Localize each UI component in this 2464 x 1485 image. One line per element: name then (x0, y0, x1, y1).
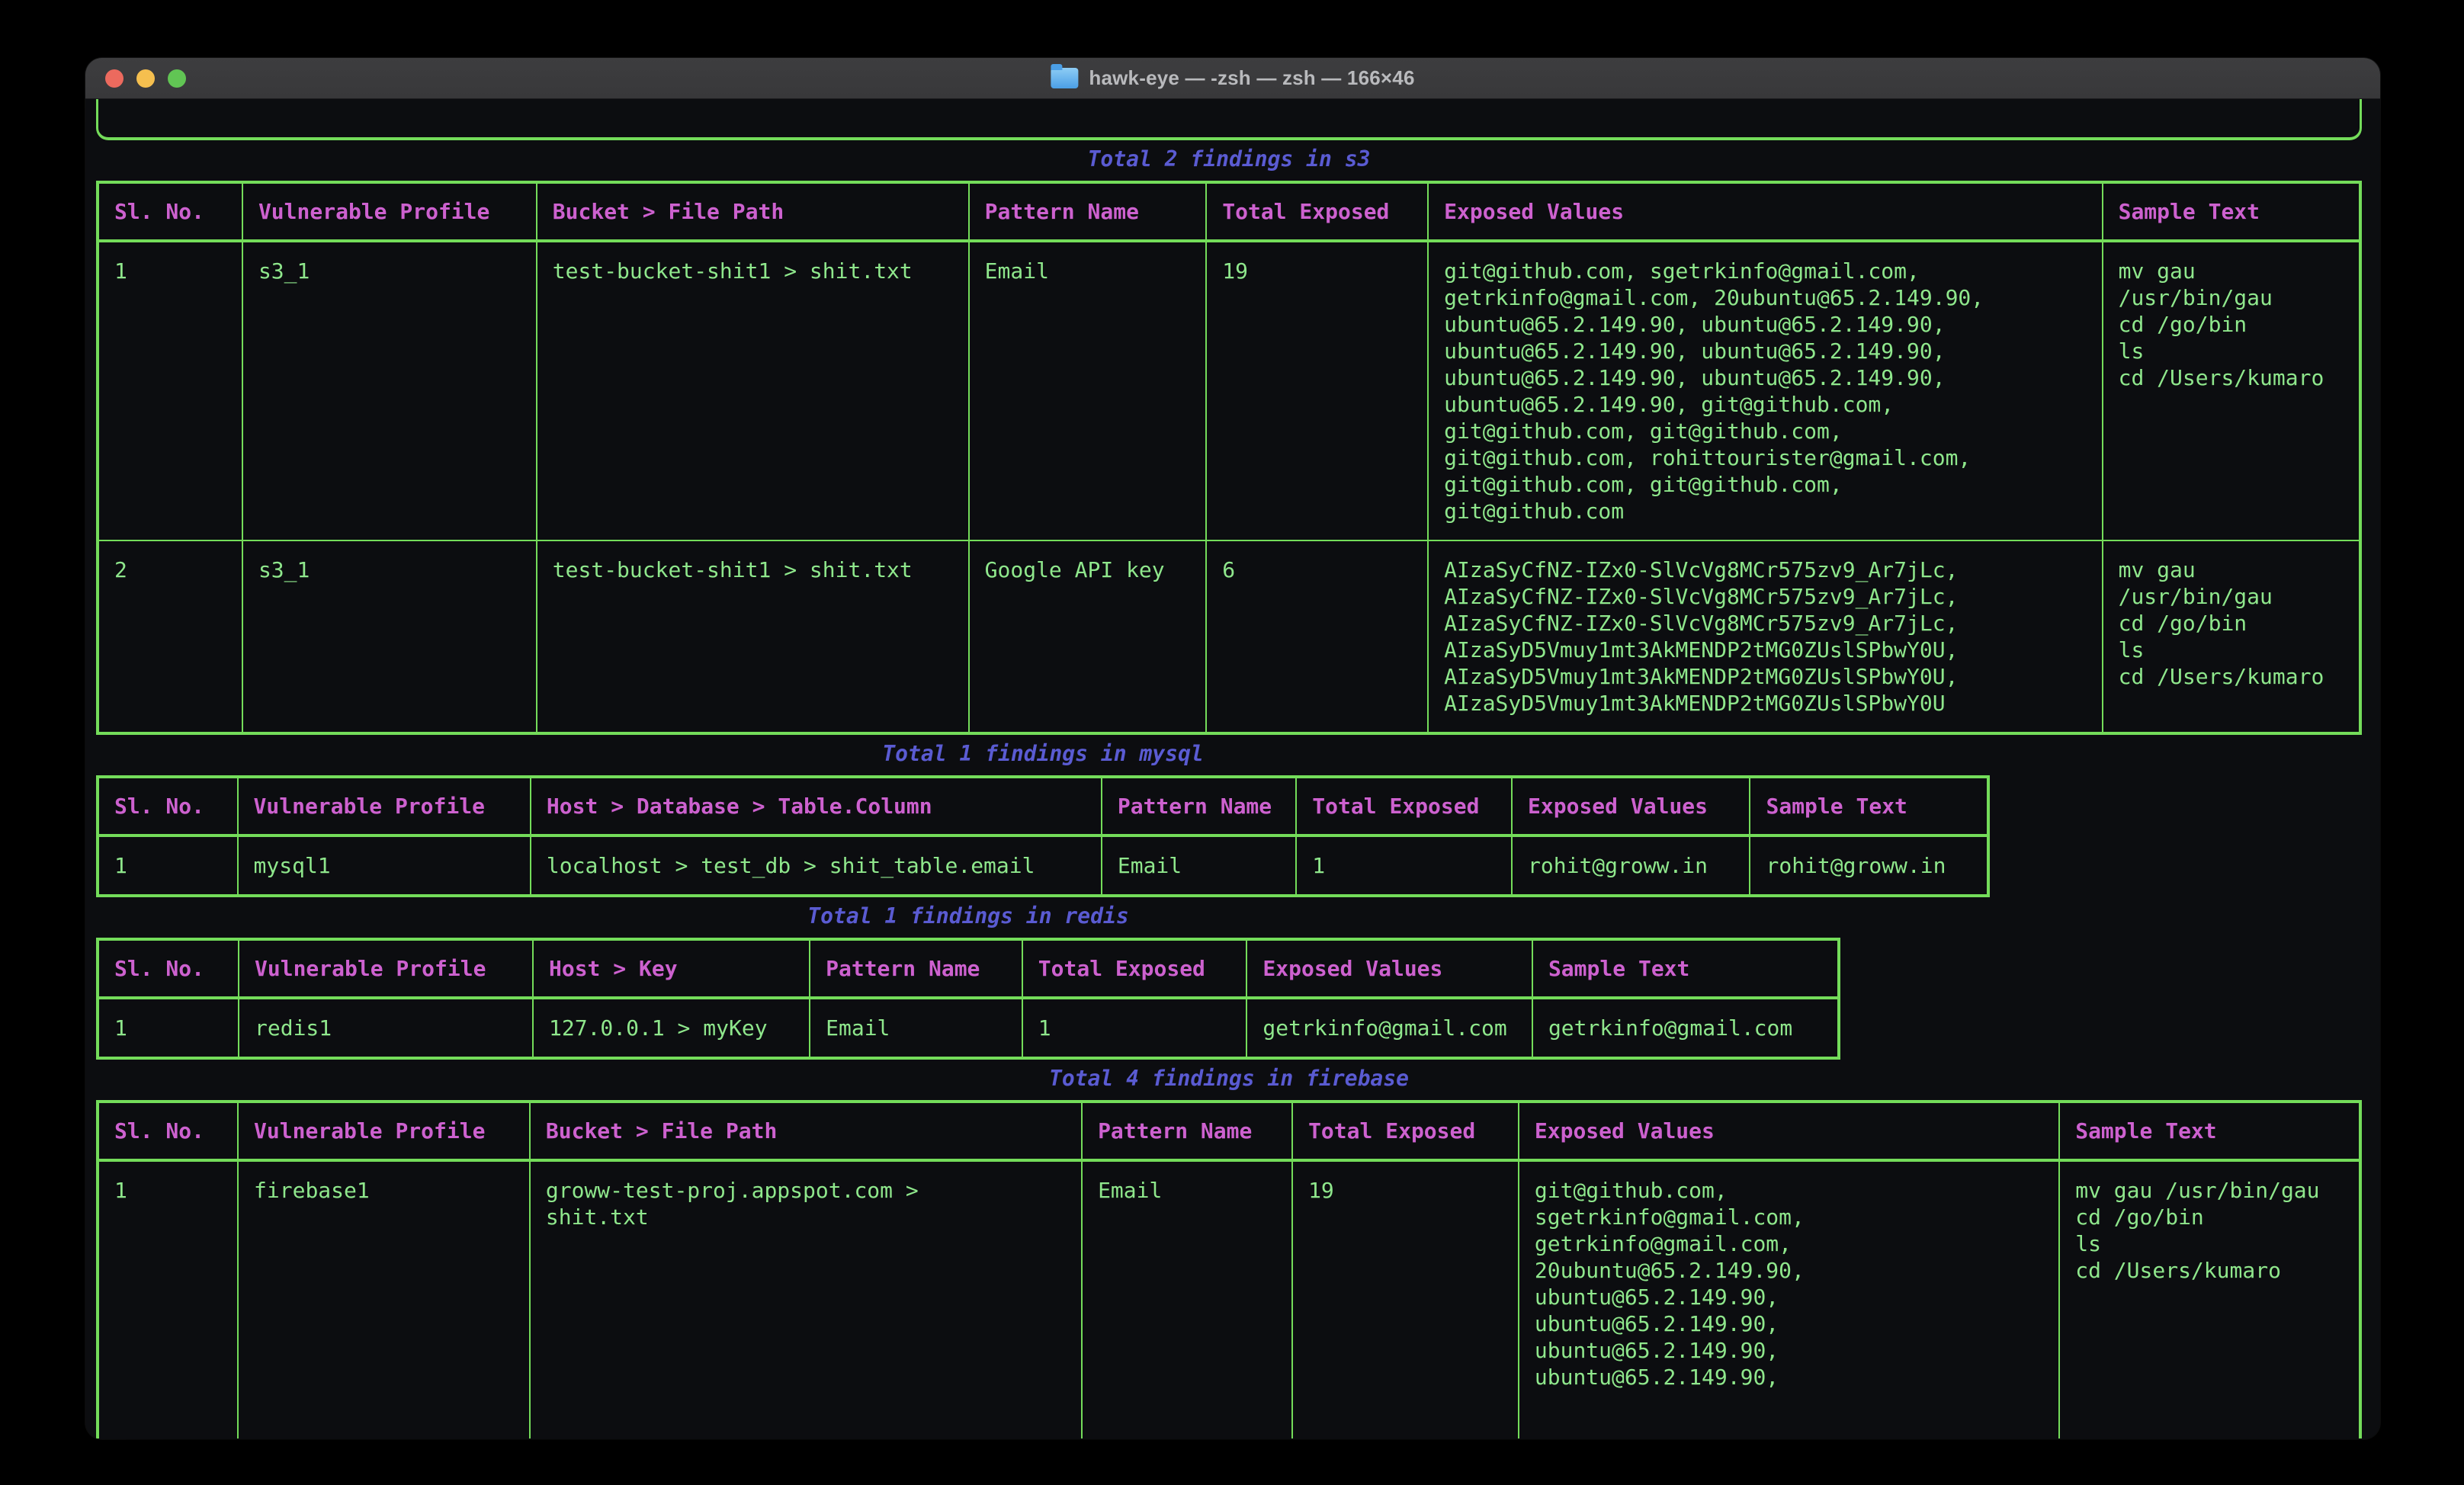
header-row: Sl. No.Vulnerable ProfileBucket > File P… (98, 182, 2360, 241)
finding-cell: mysql1 (238, 836, 531, 896)
header-row: Sl. No.Vulnerable ProfileHost > Database… (98, 777, 1988, 836)
column-header: Pattern Name (1102, 777, 1296, 836)
column-header: Bucket > File Path (530, 1102, 1082, 1160)
column-header: Pattern Name (969, 182, 1207, 241)
column-header: Exposed Values (1428, 182, 2102, 241)
column-header: Bucket > File Path (537, 182, 969, 241)
finding-cell: rohit@groww.in (1750, 836, 1988, 896)
finding-cell: 1 (1022, 998, 1247, 1058)
finding-cell: rohit@groww.in (1512, 836, 1750, 896)
finding-cell: 1 (98, 241, 242, 540)
redis-findings-section: Total 1 findings in redis Sl. No.Vulnera… (96, 903, 1840, 1060)
column-header: Total Exposed (1206, 182, 1428, 241)
column-header: Exposed Values (1519, 1102, 2059, 1160)
finding-cell: 1 (98, 998, 239, 1058)
column-header: Pattern Name (1082, 1102, 1292, 1160)
section-title-s3: Total 2 findings in s3 (96, 146, 2362, 172)
finding-cell: 2 (98, 540, 242, 733)
finding-row: 1redis1127.0.0.1 > myKeyEmail1getrkinfo@… (98, 998, 1839, 1058)
finding-row: 2s3_1test-bucket-shit1 > shit.txtGoogle … (98, 540, 2360, 733)
finding-cell: Email (1102, 836, 1296, 896)
finding-cell: firebase1 (238, 1160, 530, 1438)
finding-cell: getrkinfo@gmail.com (1246, 998, 1532, 1058)
finding-row: 1s3_1test-bucket-shit1 > shit.txtEmail19… (98, 241, 2360, 540)
finding-cell: Email (810, 998, 1022, 1058)
section-title-redis: Total 1 findings in redis (96, 903, 1840, 929)
s3-findings-table: Sl. No.Vulnerable ProfileBucket > File P… (96, 181, 2362, 735)
finding-cell: localhost > test_db > shit_table.email (531, 836, 1102, 896)
finding-cell: test-bucket-shit1 > shit.txt (537, 241, 969, 540)
column-header: Vulnerable Profile (238, 1102, 530, 1160)
window-controls (85, 69, 186, 88)
finding-cell: AIzaSyCfNZ-IZx0-SlVcVg8MCr575zv9_Ar7jLc,… (1428, 540, 2102, 733)
column-header: Sl. No. (98, 182, 242, 241)
mysql-findings-table: Sl. No.Vulnerable ProfileHost > Database… (96, 775, 1990, 897)
column-header: Sl. No. (98, 777, 238, 836)
finding-cell: 127.0.0.1 > myKey (533, 998, 810, 1058)
finding-cell: 19 (1292, 1160, 1519, 1438)
finding-cell: redis1 (239, 998, 533, 1058)
window-titlebar[interactable]: hawk-eye — -zsh — zsh — 166×46 (85, 58, 2380, 99)
section-title-mysql: Total 1 findings in mysql (96, 740, 1990, 767)
column-header: Sl. No. (98, 939, 239, 998)
finding-cell: getrkinfo@gmail.com (1532, 998, 1839, 1058)
finding-cell: git@github.com, sgetrkinfo@gmail.com, ge… (1428, 241, 2102, 540)
finding-cell: mv gau /usr/bin/gau cd /go/bin ls cd /Us… (2059, 1160, 2360, 1438)
column-header: Sample Text (1532, 939, 1839, 998)
finding-cell: Email (1082, 1160, 1292, 1438)
zoom-button[interactable] (168, 69, 186, 88)
terminal-content: Total 2 findings in s3 Sl. No.Vulnerable… (85, 99, 2380, 1438)
column-header: Host > Database > Table.Column (531, 777, 1102, 836)
s3-findings-section: Total 2 findings in s3 Sl. No.Vulnerable… (96, 146, 2362, 735)
mysql-findings-section: Total 1 findings in mysql Sl. No.Vulnera… (96, 740, 1990, 897)
column-header: Sample Text (2059, 1102, 2360, 1160)
column-header: Vulnerable Profile (239, 939, 533, 998)
finding-row: 1firebase1groww-test-proj.appspot.com > … (98, 1160, 2360, 1438)
finding-cell: Email (969, 241, 1207, 540)
finding-cell: 19 (1206, 241, 1428, 540)
column-header: Sample Text (2103, 182, 2360, 241)
column-header: Host > Key (533, 939, 810, 998)
window-title: hawk-eye — -zsh — zsh — 166×46 (1089, 66, 1414, 90)
titlebar-center: hawk-eye — -zsh — zsh — 166×46 (1051, 58, 1414, 98)
finding-cell: 1 (98, 836, 238, 896)
column-header: Exposed Values (1512, 777, 1750, 836)
column-header: Total Exposed (1022, 939, 1247, 998)
finding-cell: test-bucket-shit1 > shit.txt (537, 540, 969, 733)
column-header: Total Exposed (1296, 777, 1512, 836)
close-button[interactable] (105, 69, 124, 88)
redis-findings-table: Sl. No.Vulnerable ProfileHost > KeyPatte… (96, 938, 1840, 1060)
finding-cell: mv gau /usr/bin/gau cd /go/bin ls cd /Us… (2103, 540, 2360, 733)
previous-table-bottom-border (96, 99, 2362, 140)
firebase-findings-table: Sl. No.Vulnerable ProfileBucket > File P… (96, 1100, 2362, 1438)
terminal-window: hawk-eye — -zsh — zsh — 166×46 Total 2 f… (85, 58, 2380, 1439)
section-title-firebase: Total 4 findings in firebase (96, 1065, 2362, 1092)
finding-cell: 1 (98, 1160, 238, 1438)
finding-cell: Google API key (969, 540, 1207, 733)
column-header: Sample Text (1750, 777, 1988, 836)
column-header: Total Exposed (1292, 1102, 1519, 1160)
folder-icon (1051, 68, 1078, 88)
header-row: Sl. No.Vulnerable ProfileHost > KeyPatte… (98, 939, 1839, 998)
finding-cell: mv gau /usr/bin/gau cd /go/bin ls cd /Us… (2103, 241, 2360, 540)
column-header: Vulnerable Profile (238, 777, 531, 836)
finding-cell: s3_1 (242, 540, 537, 733)
finding-cell: git@github.com, sgetrkinfo@gmail.com, ge… (1519, 1160, 2059, 1438)
column-header: Pattern Name (810, 939, 1022, 998)
column-header: Exposed Values (1246, 939, 1532, 998)
finding-cell: s3_1 (242, 241, 537, 540)
firebase-findings-section: Total 4 findings in firebase Sl. No.Vuln… (96, 1065, 2362, 1438)
finding-row: 1mysql1localhost > test_db > shit_table.… (98, 836, 1988, 896)
minimize-button[interactable] (136, 69, 155, 88)
finding-cell: groww-test-proj.appspot.com > shit.txt (530, 1160, 1082, 1438)
column-header: Sl. No. (98, 1102, 238, 1160)
header-row: Sl. No.Vulnerable ProfileBucket > File P… (98, 1102, 2360, 1160)
finding-cell: 6 (1206, 540, 1428, 733)
finding-cell: 1 (1296, 836, 1512, 896)
column-header: Vulnerable Profile (242, 182, 537, 241)
